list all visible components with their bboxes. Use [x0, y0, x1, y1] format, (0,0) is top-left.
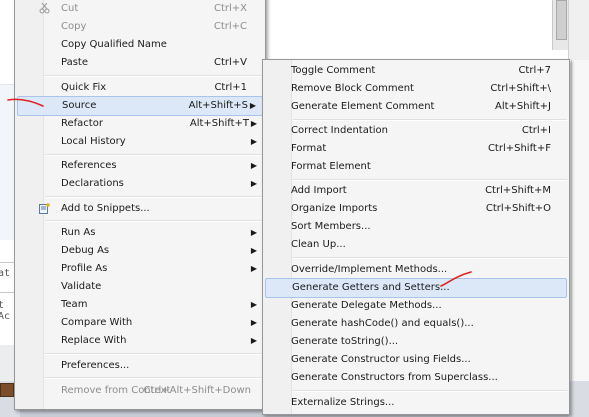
menu-item-toggle-comment[interactable]: Toggle Comment Ctrl+7 [265, 62, 567, 80]
menu-item-declarations[interactable]: Declarations ▶ [17, 175, 263, 193]
menu-separator [45, 220, 263, 222]
submenu-arrow-icon: ▶ [250, 137, 257, 146]
submenu-arrow-icon: ▶ [250, 179, 257, 188]
menu-item-correct-indentation[interactable]: Correct Indentation Ctrl+I [265, 122, 567, 140]
menu-item-copy-qualified-name[interactable]: Copy Qualified Name [17, 36, 263, 54]
menu-item-override-implement-methods[interactable]: Override/Implement Methods... [265, 261, 567, 279]
menu-item-format[interactable]: Format Ctrl+Shift+F [265, 140, 567, 158]
menu-separator [45, 75, 263, 77]
menu-item-format-element[interactable]: Format Element [265, 158, 567, 176]
right-panel [571, 60, 589, 381]
menu-item-debug-as[interactable]: Debug As ▶ [17, 242, 263, 260]
menu-item-source[interactable]: Source Alt+Shift+S ▶ [17, 96, 263, 116]
menu-item-references[interactable]: References ▶ [17, 157, 263, 175]
menu-item-validate[interactable]: Validate [17, 278, 263, 296]
menu-item-preferences[interactable]: Preferences... [17, 357, 263, 375]
submenu-arrow-icon: ▶ [250, 246, 257, 255]
submenu-arrow-icon: ▶ [250, 318, 257, 327]
cut-icon [39, 3, 50, 14]
code-fragment: at [0, 268, 11, 279]
menu-item-paste[interactable]: Paste Ctrl+V [17, 54, 263, 72]
submenu-arrow-icon: ▶ [250, 161, 257, 170]
submenu-arrow-icon: ▶ [250, 264, 257, 273]
menu-item-generate-getters-setters[interactable]: Generate Getters and Setters... [265, 278, 567, 298]
menu-separator [293, 119, 567, 121]
menu-separator [45, 353, 263, 355]
source-submenu: Toggle Comment Ctrl+7 Remove Block Comme… [262, 59, 570, 415]
menu-item-clean-up[interactable]: Clean Up... [265, 236, 567, 254]
menu-separator [45, 154, 263, 156]
menu-item-compare-with[interactable]: Compare With ▶ [17, 314, 263, 332]
menu-separator [293, 257, 567, 259]
menu-separator [45, 377, 263, 379]
menu-item-generate-delegate-methods[interactable]: Generate Delegate Methods... [265, 297, 567, 315]
menu-item-remove-from-context[interactable]: Remove from Context Ctrl+Alt+Shift+Down [17, 382, 263, 400]
scrollbar-thumb[interactable] [556, 0, 567, 40]
menu-item-generate-tostring[interactable]: Generate toString()... [265, 333, 567, 351]
menu-item-local-history[interactable]: Local History ▶ [17, 133, 263, 151]
menu-item-remove-block-comment[interactable]: Remove Block Comment Ctrl+Shift+\ [265, 80, 567, 98]
submenu-arrow-icon: ▶ [250, 336, 257, 345]
menu-item-profile-as[interactable]: Profile As ▶ [17, 260, 263, 278]
menu-item-team[interactable]: Team ▶ [17, 296, 263, 314]
menu-item-generate-constructors-superclass[interactable]: Generate Constructors from Superclass... [265, 369, 567, 387]
submenu-arrow-icon: ▶ [250, 119, 257, 128]
menu-separator [45, 196, 263, 198]
menu-item-generate-hashcode-equals[interactable]: Generate hashCode() and equals()... [265, 315, 567, 333]
menu-item-replace-with[interactable]: Replace With ▶ [17, 332, 263, 350]
menu-item-add-import[interactable]: Add Import Ctrl+Shift+M [265, 182, 567, 200]
menu-separator [293, 390, 567, 392]
menu-item-copy[interactable]: Copy Ctrl+C [17, 18, 263, 36]
menu-item-generate-constructor-fields[interactable]: Generate Constructor using Fields... [265, 351, 567, 369]
submenu-arrow-icon: ▶ [250, 300, 257, 309]
context-menu: Cut Ctrl+X Copy Ctrl+C Copy Qualified Na… [14, 0, 266, 410]
snippet-icon [39, 203, 50, 214]
menu-item-organize-imports[interactable]: Organize Imports Ctrl+Shift+O [265, 200, 567, 218]
menu-item-quick-fix[interactable]: Quick Fix Ctrl+1 [17, 79, 263, 97]
menu-item-sort-members[interactable]: Sort Members... [265, 218, 567, 236]
submenu-arrow-icon: ▶ [250, 228, 257, 237]
menu-item-run-as[interactable]: Run As ▶ [17, 224, 263, 242]
menu-item-add-to-snippets[interactable]: Add to Snippets... [17, 200, 263, 218]
menu-item-cut[interactable]: Cut Ctrl+X [17, 0, 263, 18]
menu-item-refactor[interactable]: Refactor Alt+Shift+T ▶ [17, 115, 263, 133]
editor-right-edge [568, 0, 589, 60]
submenu-arrow-icon: ▶ [249, 101, 256, 110]
menu-separator [293, 179, 567, 181]
taskbar-app-icon[interactable] [0, 383, 14, 397]
editor-scrollbar[interactable] [552, 0, 569, 50]
menu-item-generate-element-comment[interactable]: Generate Element Comment Alt+Shift+J [265, 98, 567, 116]
menu-item-externalize-strings[interactable]: Externalize Strings... [265, 394, 567, 412]
